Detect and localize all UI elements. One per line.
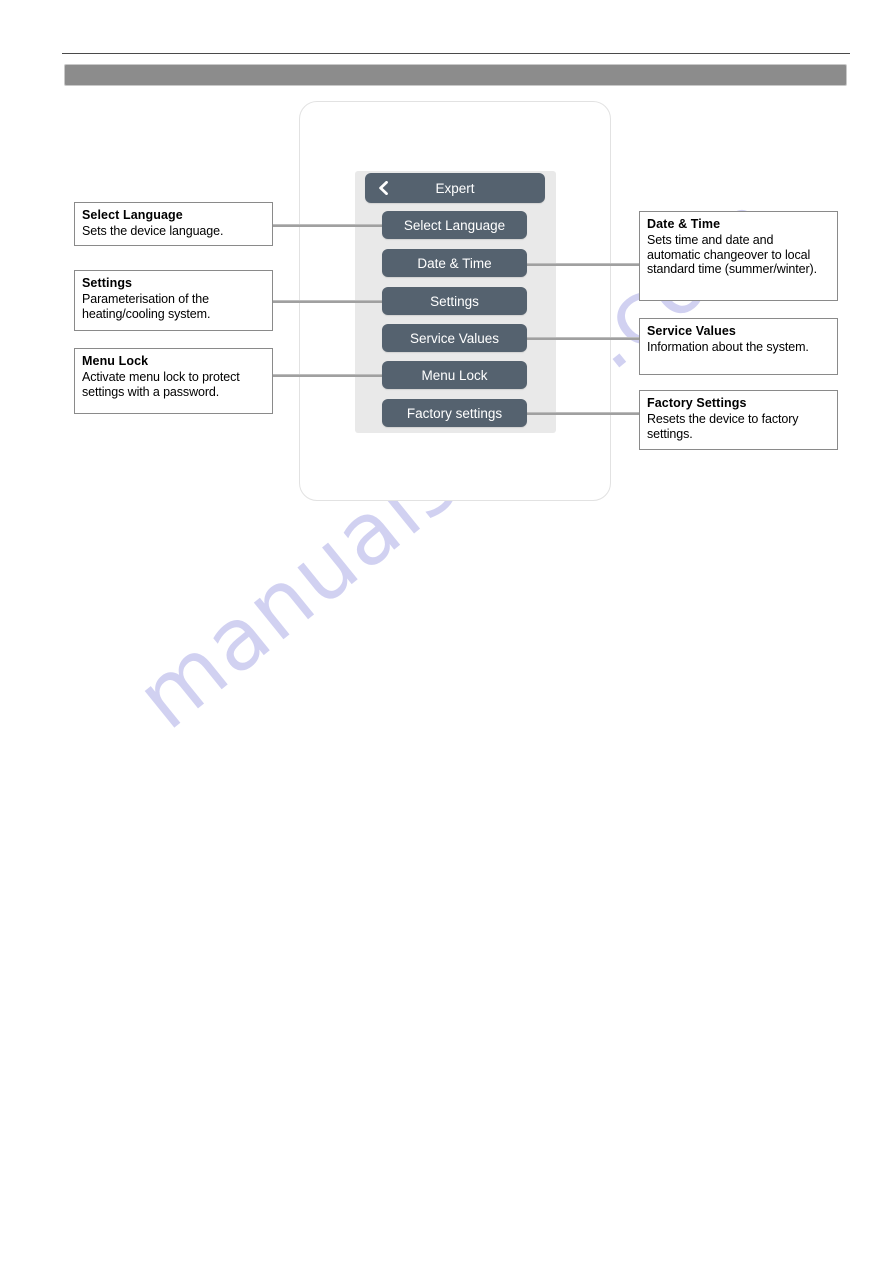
connector-line — [273, 223, 387, 227]
screen-header-expert[interactable]: Expert — [365, 173, 545, 203]
connector-line — [273, 373, 387, 377]
menu-button-settings[interactable]: Settings — [382, 287, 527, 315]
menu-button-date-time[interactable]: Date & Time — [382, 249, 527, 277]
menu-button-label: Date & Time — [417, 255, 492, 271]
callout-title: Select Language — [82, 208, 183, 222]
callout-title: Menu Lock — [82, 354, 149, 368]
menu-button-factory-settings[interactable]: Factory settings — [382, 399, 527, 427]
screen-header-title: Expert — [435, 180, 475, 196]
callout-description: Resets the device to factory settings. — [647, 411, 799, 441]
callout-title: Service Values — [647, 324, 736, 338]
chevron-left-icon[interactable] — [376, 181, 389, 195]
page-header-bar — [64, 64, 847, 86]
menu-button-label: Select Language — [403, 217, 506, 233]
menu-button-menu-lock[interactable]: Menu Lock — [382, 361, 527, 389]
callout-description: Parameterisation of the heating/cooling … — [82, 291, 211, 321]
connector-line — [273, 299, 387, 303]
callout-date-time: Date & Time Sets time and date and autom… — [639, 211, 838, 301]
callout-service-values: Service Values Information about the sys… — [639, 318, 838, 375]
connector-line — [522, 336, 639, 340]
callout-title: Date & Time — [647, 217, 721, 231]
connector-line — [522, 411, 639, 415]
callout-factory-settings: Factory Settings Resets the device to fa… — [639, 390, 838, 450]
callout-settings: Settings Parameterisation of the heating… — [74, 270, 273, 331]
callout-select-language: Select Language Sets the device language… — [74, 202, 273, 246]
connector-arrow-factory-settings — [511, 405, 639, 421]
menu-button-service-values[interactable]: Service Values — [382, 324, 527, 352]
page-header-rule — [62, 53, 850, 54]
callout-description: Sets the device language. — [82, 223, 224, 238]
watermark: manualshive.com — [119, 174, 796, 940]
connector-arrow-select-language — [273, 217, 398, 233]
menu-button-select-language[interactable]: Select Language — [382, 211, 527, 239]
menu-button-label: Service Values — [409, 330, 500, 346]
callout-menu-lock: Menu Lock Activate menu lock to protect … — [74, 348, 273, 414]
connector-arrow-menu-lock — [273, 367, 398, 383]
menu-button-label: Factory settings — [406, 405, 503, 421]
menu-button-label: Menu Lock — [421, 367, 488, 383]
connector-line — [522, 262, 639, 266]
callout-description: Sets time and date and automatic changeo… — [647, 232, 817, 277]
callout-title: Factory Settings — [647, 396, 747, 410]
connector-arrow-settings — [273, 293, 398, 309]
callout-title: Settings — [82, 276, 133, 290]
connector-arrow-date-time — [511, 256, 639, 272]
callout-description: Activate menu lock to protect settings w… — [82, 369, 240, 399]
connector-arrow-service-values — [511, 330, 639, 346]
menu-button-label: Settings — [430, 293, 479, 309]
callout-description: Information about the system. — [647, 339, 809, 354]
